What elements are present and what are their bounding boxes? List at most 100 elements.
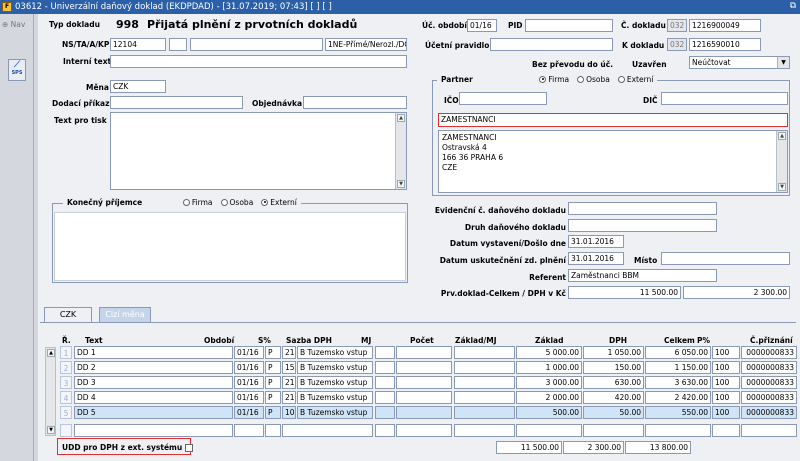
cell-p[interactable] (712, 424, 740, 437)
radio-externi[interactable] (261, 198, 269, 206)
radio-osoba[interactable] (577, 75, 585, 83)
ta-field[interactable] (169, 38, 187, 51)
cell-sazbanum[interactable]: 15 (282, 361, 296, 374)
cell-mj[interactable] (375, 346, 395, 359)
textprotisk-scrollbar[interactable]: ▲ ▼ (395, 113, 406, 189)
cell-sazbanum[interactable]: 10 (282, 406, 296, 419)
misto-field[interactable] (661, 252, 790, 265)
cell-mj[interactable] (375, 361, 395, 374)
cell-sazba[interactable]: B Tuzemsko vstup (297, 391, 373, 404)
tab-cizi-mena[interactable]: Cizí měna (99, 307, 151, 322)
cell-mj[interactable] (375, 391, 395, 404)
evidencni-field[interactable] (568, 202, 717, 215)
cell-zakladmj[interactable] (454, 424, 515, 437)
ns-field[interactable]: 12104 (110, 38, 166, 51)
cell-s[interactable]: P (265, 376, 281, 389)
table-row[interactable]: 4 DD 4 01/16 P 21 B Tuzemsko vstup 2 000.00 420… (20, 391, 797, 404)
a-field[interactable] (190, 38, 323, 51)
cell-s[interactable] (265, 424, 281, 437)
table-row-empty[interactable] (20, 424, 797, 437)
cell-sazbanum[interactable]: 21 (282, 376, 296, 389)
cell-zaklad[interactable]: 500.00 (516, 406, 582, 419)
cell-sazba[interactable]: B Tuzemsko vstup (297, 346, 373, 359)
cell-obdobi[interactable]: 01/16 (234, 391, 264, 404)
obdobi-field[interactable]: 01/16 (467, 19, 497, 32)
referent-field[interactable]: Zaměstnanci BBM (568, 269, 717, 282)
scroll-down-icon[interactable]: ▼ (397, 180, 405, 188)
ucetni-field[interactable] (490, 38, 613, 51)
cell-zakladmj[interactable] (454, 376, 515, 389)
dic-field[interactable] (661, 92, 788, 105)
cell-dph[interactable]: 150.00 (583, 361, 644, 374)
cell-zakladmj[interactable] (454, 346, 515, 359)
pid-field[interactable] (525, 19, 613, 32)
radio-osoba[interactable] (220, 198, 228, 206)
cell-dph[interactable] (583, 424, 644, 437)
cell-cprizn[interactable] (741, 424, 797, 437)
cell-p[interactable]: 100 (712, 391, 740, 404)
cell-sazba[interactable]: B Tuzemsko vstup (297, 361, 373, 374)
cell-dph[interactable]: 420.00 (583, 391, 644, 404)
cell-text[interactable]: DD 5 (74, 406, 233, 419)
cell-cprizn[interactable]: 0000000833 (741, 391, 797, 404)
ico-field[interactable] (459, 92, 547, 105)
sps-button[interactable]: ⟋ SPS (8, 59, 26, 81)
cell-zakladmj[interactable] (454, 391, 515, 404)
table-row[interactable]: 3 DD 3 01/16 P 21 B Tuzemsko vstup 3 000.00 630… (20, 376, 797, 389)
konecny-area[interactable] (54, 212, 406, 281)
kdokladu-field[interactable]: 1216590010 (689, 38, 761, 51)
cell-obdobi[interactable] (234, 424, 264, 437)
cell-zakladmj[interactable] (454, 361, 515, 374)
datumvyst-field[interactable]: 31.01.2016 (568, 235, 624, 248)
udd-checkbox[interactable] (185, 444, 194, 452)
restore-icon[interactable]: ⧉ (790, 1, 796, 11)
cdokladu-field[interactable]: 1216900049 (689, 19, 761, 32)
cell-mj[interactable] (375, 406, 395, 419)
address-scrollbar[interactable]: ▲ ▼ (776, 131, 787, 192)
cell-dph[interactable]: 50.00 (583, 406, 644, 419)
cell-dph[interactable]: 1 050.00 (583, 346, 644, 359)
cell-zaklad[interactable]: 1 000.00 (516, 361, 582, 374)
cell-mj[interactable] (375, 424, 395, 437)
cell-mj[interactable] (375, 376, 395, 389)
scroll-up-icon[interactable]: ▲ (778, 132, 786, 140)
cell-cprizn[interactable]: 0000000833 (741, 406, 797, 419)
cell-celkem[interactable]: 6 050.00 (645, 346, 711, 359)
cell-celkem[interactable]: 1 150.00 (645, 361, 711, 374)
cell-obdobi[interactable]: 01/16 (234, 346, 264, 359)
cell-p[interactable]: 100 (712, 361, 740, 374)
cell-sazba[interactable] (282, 424, 373, 437)
tab-czk[interactable]: CZK (44, 307, 92, 322)
radio-externi[interactable] (617, 75, 625, 83)
cell-pocet[interactable] (396, 424, 452, 437)
cell-zaklad[interactable]: 2 000.00 (516, 391, 582, 404)
cell-pocet[interactable] (396, 391, 452, 404)
cell-cprizn[interactable]: 0000000833 (741, 346, 797, 359)
cell-text[interactable] (74, 424, 233, 437)
uzavren-select[interactable]: Neúčtovat ▼ (689, 56, 790, 69)
kp-field[interactable]: 1NE-Přímé/Nerozl./DČ-E (325, 38, 407, 51)
cell-zaklad[interactable] (516, 424, 582, 437)
objednavka-field[interactable] (303, 96, 407, 109)
dodaci-field[interactable] (110, 96, 243, 109)
cell-text[interactable]: DD 1 (74, 346, 233, 359)
cell-cprizn[interactable]: 0000000833 (741, 376, 797, 389)
cell-pocet[interactable] (396, 361, 452, 374)
cell-celkem[interactable]: 550.00 (645, 406, 711, 419)
prv-dph-field[interactable]: 2 300.00 (683, 286, 790, 299)
cell-obdobi[interactable]: 01/16 (234, 361, 264, 374)
table-row[interactable]: 5 DD 5 01/16 P 10 B Tuzemsko vstup 500.00 50.00… (20, 406, 797, 419)
datumusk-field[interactable]: 31.01.2016 (568, 252, 624, 265)
nav-button[interactable]: ⊕ Nav (2, 20, 25, 29)
radio-firma[interactable] (182, 198, 190, 206)
cell-p[interactable]: 100 (712, 376, 740, 389)
cell-s[interactable]: P (265, 391, 281, 404)
cell-s[interactable]: P (265, 346, 281, 359)
cell-zaklad[interactable]: 3 000.00 (516, 376, 582, 389)
table-row[interactable]: 1 DD 1 01/16 P 21 B Tuzemsko vstup 5 000.00 1 0… (20, 346, 797, 359)
cell-celkem[interactable]: 3 630.00 (645, 376, 711, 389)
cell-p[interactable]: 100 (712, 346, 740, 359)
cell-sazba[interactable]: B Tuzemsko vstup (297, 376, 373, 389)
cell-pocet[interactable] (396, 346, 452, 359)
cell-text[interactable]: DD 2 (74, 361, 233, 374)
